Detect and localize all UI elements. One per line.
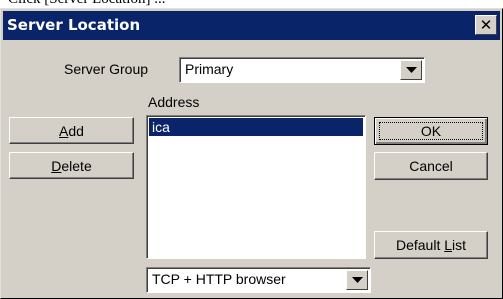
address-label: Address [148,94,200,110]
server-group-dropdown[interactable]: Primary [179,57,425,83]
instruction-text: Click [Server Location] ... [8,0,165,8]
ok-button[interactable]: OK [374,117,488,145]
server-group-label: Server Group [64,61,149,77]
delete-button-label: Delete [51,157,92,174]
server-group-dropdown-button[interactable] [400,60,422,80]
close-icon: ✕ [479,15,493,34]
default-list-button[interactable]: Default List [374,231,488,259]
close-button[interactable]: ✕ [475,15,497,35]
address-list[interactable]: ica [146,115,366,259]
add-button[interactable]: Add [9,117,134,144]
background-instruction-text: Click [Server Location] ... [0,0,503,8]
protocol-value: TCP + HTTP browser [152,271,286,287]
protocol-dropdown[interactable]: TCP + HTTP browser [146,267,371,293]
dialog-title: Server Location [7,16,141,34]
cancel-button[interactable]: Cancel [374,152,488,180]
cancel-button-label: Cancel [409,158,453,174]
chevron-down-icon [405,67,417,73]
delete-button[interactable]: Delete [9,152,134,179]
default-list-button-label: Default List [395,237,467,253]
protocol-dropdown-button[interactable] [346,270,368,290]
list-item[interactable]: ica [149,118,363,136]
focus-rectangle [379,122,483,140]
server-location-dialog: Server Location ✕ Server Group Primary A… [0,8,503,299]
chevron-down-icon [351,277,363,283]
title-bar[interactable]: Server Location ✕ [3,11,500,40]
add-button-label: Add [59,122,84,139]
server-group-value: Primary [185,61,234,77]
